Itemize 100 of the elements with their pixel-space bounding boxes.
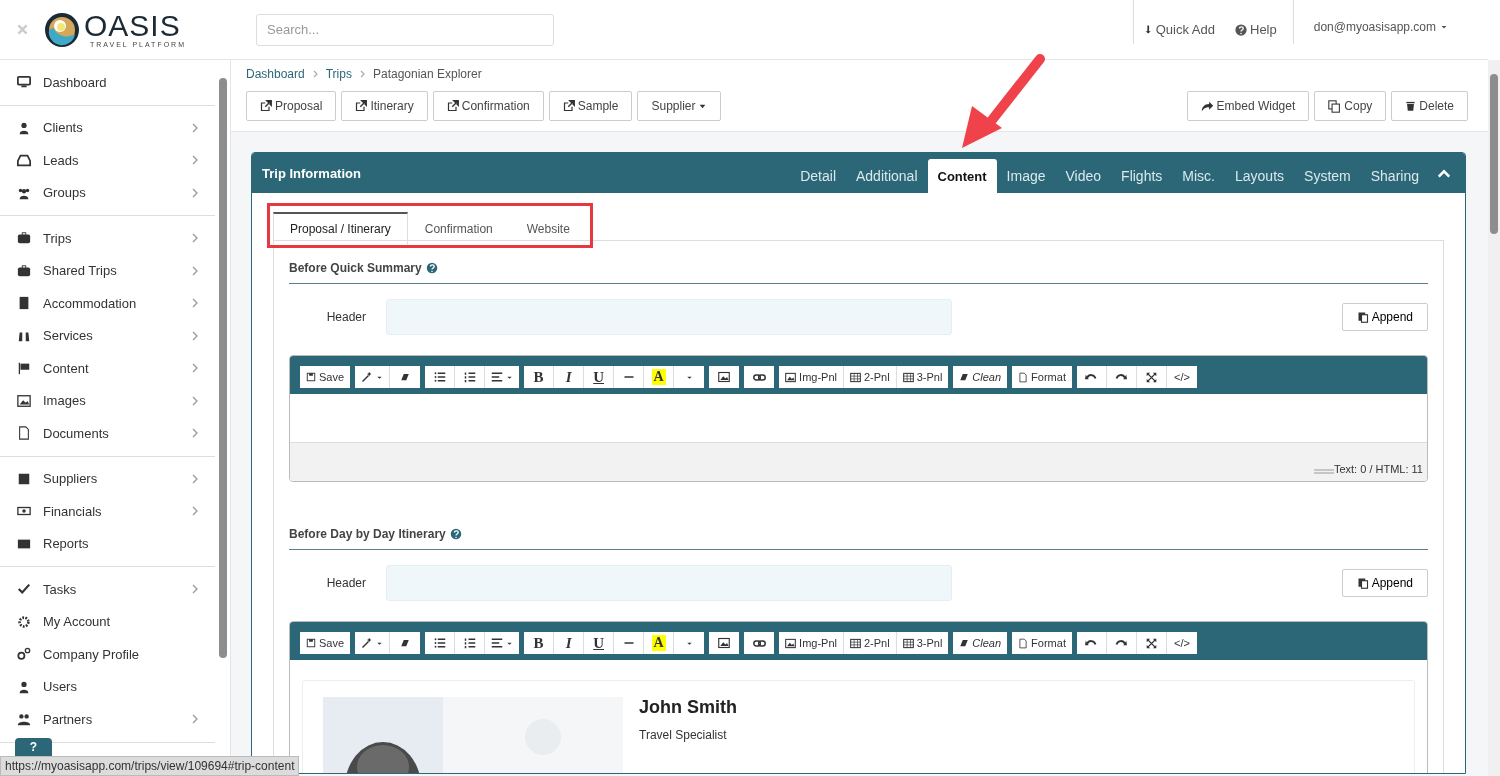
expand-icon [1145, 371, 1157, 383]
trash-icon [1405, 100, 1417, 112]
sidebar-item[interactable]: Leads [0, 144, 215, 177]
subtab[interactable]: Confirmation [407, 212, 510, 245]
logo-name: OASIS [84, 11, 182, 41]
sidebar-item[interactable]: Reports [0, 527, 215, 560]
sidebar-item[interactable]: Shared Trips [0, 254, 215, 287]
panel-tab[interactable]: Sharing [1360, 159, 1429, 193]
clean-button[interactable]: Clean [953, 632, 1008, 654]
sidebar-item[interactable]: Partners [0, 703, 215, 736]
align-icon [491, 637, 504, 649]
sidebar-item[interactable]: Documents [0, 417, 215, 450]
flag-icon [17, 361, 31, 376]
breadcrumb-link[interactable]: Trips [325, 67, 352, 81]
action-button[interactable]: Confirmation [432, 91, 544, 121]
undo-button[interactable] [1076, 632, 1107, 654]
panel-tab[interactable]: Detail [790, 159, 846, 193]
user-menu[interactable]: don@myoasisapp.com [1293, 19, 1488, 40]
header-input[interactable] [386, 299, 952, 335]
briefcase-icon [17, 263, 31, 278]
down-arrow-icon [1143, 24, 1153, 35]
numbered-list-icon [463, 637, 476, 649]
help-link[interactable]: Help [1225, 22, 1287, 37]
format-button[interactable]: Format [1012, 366, 1072, 388]
sidebar-item[interactable]: My Account [0, 605, 215, 638]
insert-image-button[interactable] [709, 632, 740, 654]
subtab[interactable]: Proposal / Itinerary [273, 212, 408, 245]
sidebar-item[interactable]: Financials [0, 495, 215, 528]
bold-button[interactable]: B [524, 366, 555, 388]
breadcrumb-separator-icon [312, 70, 318, 78]
gears-icon [17, 647, 31, 662]
action-button[interactable]: Itinerary [341, 91, 428, 121]
person-name: John Smith [639, 697, 737, 718]
external-link-icon [260, 100, 272, 112]
panel-tab[interactable]: System [1294, 159, 1361, 193]
header-input[interactable] [386, 565, 952, 601]
format-button[interactable]: Format [1012, 632, 1072, 654]
group-icon [17, 712, 31, 727]
align-icon [491, 371, 504, 383]
action-button[interactable]: Delete [1391, 91, 1468, 121]
action-button[interactable]: Supplier [637, 91, 722, 121]
panel-tab[interactable]: Misc. [1172, 159, 1225, 193]
image-panel-button[interactable]: Img-Pnl [779, 366, 844, 388]
sidebar-item[interactable]: Trips [0, 222, 215, 255]
panel-tab[interactable]: Flights [1111, 159, 1173, 193]
section-title-text: Before Quick Summary [289, 261, 422, 275]
sidebar-item[interactable]: Services [0, 319, 215, 352]
breadcrumb-link[interactable]: Dashboard [246, 67, 305, 81]
search-field[interactable]: Search... [256, 13, 554, 46]
quick-add-link[interactable]: Quick Add [1133, 22, 1225, 37]
eraser-icon [400, 372, 411, 382]
sidebar-item[interactable]: Groups [0, 176, 215, 209]
sidebar-item[interactable]: Suppliers [0, 462, 215, 495]
panel-tab[interactable]: Video [1055, 159, 1112, 193]
sidebar-item[interactable]: Clients [0, 111, 215, 144]
bold-button[interactable]: B [524, 632, 555, 654]
clean-button[interactable]: Clean [953, 366, 1008, 388]
help-button[interactable]: ? [15, 738, 52, 756]
sidebar-item[interactable]: Accommodation [0, 287, 215, 320]
sidebar-item[interactable]: Dashboard [0, 66, 215, 99]
sidebar-item[interactable]: Tasks [0, 573, 215, 606]
sidebar-item[interactable]: Content [0, 352, 215, 385]
save-button[interactable]: Save [300, 366, 351, 388]
question-icon [449, 528, 462, 540]
sidebar-item[interactable]: Users [0, 670, 215, 703]
scrollbar[interactable] [219, 78, 227, 658]
box-icon [17, 471, 31, 486]
external-link-icon [562, 100, 575, 112]
save-button[interactable]: Save [300, 632, 351, 654]
append-button[interactable]: Append [1341, 303, 1428, 331]
logo-icon [44, 11, 80, 48]
save-icon [306, 638, 316, 648]
panel-tab[interactable]: Additional [846, 159, 928, 193]
panel-tab[interactable]: Content [927, 159, 997, 193]
sidebar-item[interactable]: Images [0, 384, 215, 417]
insert-image-button[interactable] [709, 366, 740, 388]
action-button[interactable]: Copy [1314, 91, 1387, 121]
sidebar-item[interactable]: Company Profile [0, 638, 215, 671]
chevron-right-icon [192, 233, 199, 244]
magic-wand-icon [361, 637, 374, 649]
action-button[interactable]: Proposal [246, 91, 337, 121]
bullet-list-button[interactable] [425, 366, 456, 388]
action-button[interactable]: Embed Widget [1186, 91, 1310, 121]
panel-tab[interactable]: Image [996, 159, 1056, 193]
link-button[interactable] [744, 632, 775, 654]
panel-tab[interactable]: Layouts [1225, 159, 1295, 193]
bullet-list-icon [433, 371, 446, 383]
append-button[interactable]: Append [1341, 569, 1428, 597]
scrollbar[interactable] [1490, 74, 1498, 234]
chevron-right-icon [192, 363, 199, 374]
link-button[interactable] [744, 366, 775, 388]
bullet-list-button[interactable] [425, 632, 456, 654]
undo-button[interactable] [1076, 366, 1107, 388]
chevron-right-icon [192, 298, 199, 309]
breadcrumb-separator-icon [359, 70, 365, 78]
save-icon [306, 372, 316, 382]
subtab[interactable]: Website [509, 212, 587, 245]
action-button[interactable]: Sample [548, 91, 633, 121]
image-panel-button[interactable]: Img-Pnl [779, 632, 844, 654]
image-icon [785, 371, 797, 383]
